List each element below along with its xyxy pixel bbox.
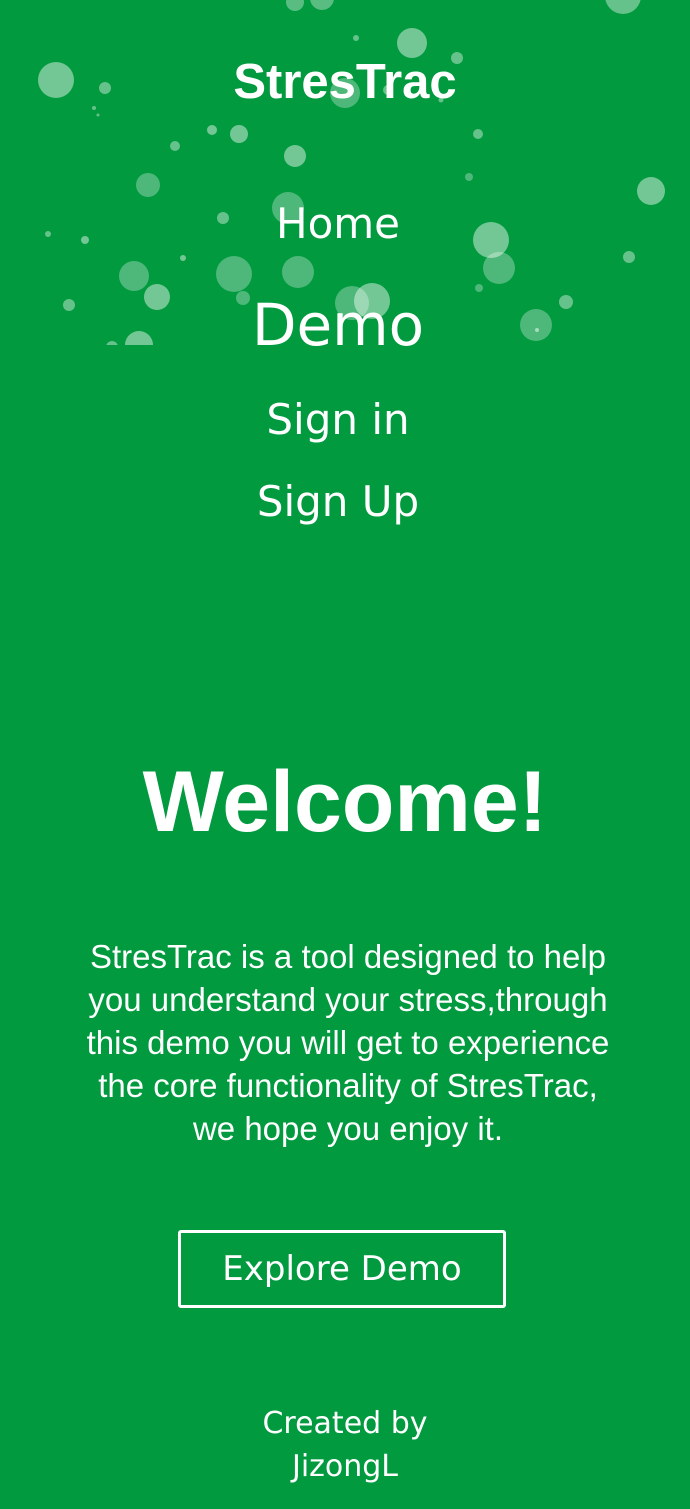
bubble xyxy=(170,141,180,151)
nav-demo-link[interactable]: Demo xyxy=(0,292,683,358)
footer-created-by: Created by xyxy=(262,1406,428,1441)
bubble xyxy=(605,0,641,14)
intro-description: StresTrac is a tool designed to help you… xyxy=(86,938,610,1147)
bubble xyxy=(180,255,186,261)
bubble xyxy=(96,113,100,117)
bubble xyxy=(119,261,149,291)
bubble xyxy=(465,173,473,181)
bubble xyxy=(475,284,483,292)
nav-home-link[interactable]: Home xyxy=(0,198,683,250)
footer: Created by JizongL xyxy=(0,1402,690,1488)
bubble xyxy=(284,145,306,167)
bubble xyxy=(483,252,515,284)
bubble xyxy=(623,251,635,263)
app-title: StresTrac xyxy=(233,55,457,109)
nav-sign-in-link[interactable]: Sign in xyxy=(0,394,683,446)
bubble xyxy=(286,0,304,11)
bubble xyxy=(282,256,314,288)
footer-author: JizongL xyxy=(291,1449,399,1484)
bubble xyxy=(207,125,217,135)
bubble xyxy=(310,0,334,10)
explore-demo-button[interactable]: Explore Demo xyxy=(178,1230,506,1308)
bubble xyxy=(473,129,483,139)
bubble xyxy=(216,256,252,292)
bubble xyxy=(353,35,359,41)
nav-sign-up-link[interactable]: Sign Up xyxy=(0,476,683,528)
welcome-heading: Welcome! xyxy=(142,754,548,850)
bubble xyxy=(136,173,160,197)
bubble xyxy=(230,125,248,143)
